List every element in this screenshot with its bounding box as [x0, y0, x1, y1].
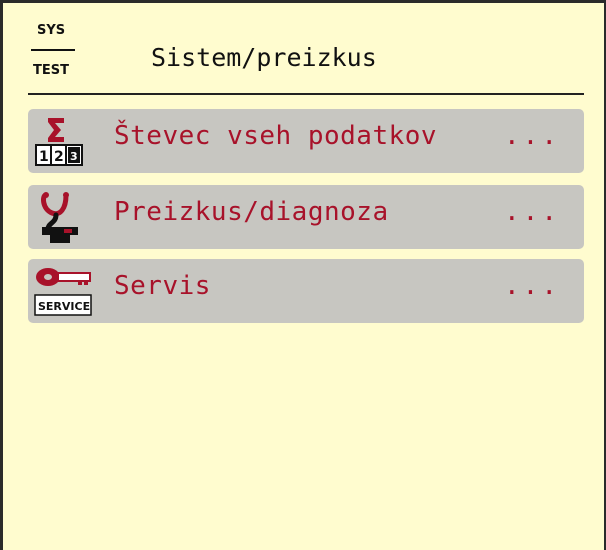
screen: SYS TEST Sistem/preizkus 1 2 3 Števec vs…: [0, 0, 606, 550]
svg-text:3: 3: [70, 150, 78, 163]
menu-item-data-counter[interactable]: 1 2 3 Števec vseh podatkov ...: [28, 109, 584, 173]
badge-divider: [31, 49, 75, 51]
service-key-icon: SERVICE: [34, 265, 96, 319]
header: SYS TEST Sistem/preizkus: [3, 3, 604, 87]
menu-item-service[interactable]: SERVICE Servis ...: [28, 259, 584, 323]
menu-item-ellipsis: ...: [504, 197, 560, 227]
svg-text:2: 2: [54, 149, 64, 165]
menu-item-ellipsis: ...: [504, 121, 560, 151]
page-title: Sistem/preizkus: [151, 43, 377, 72]
service-icon-text: SERVICE: [38, 300, 90, 313]
menu-item-test-diagnosis[interactable]: Preizkus/diagnoza ...: [28, 185, 584, 249]
header-divider: [28, 93, 584, 95]
svg-text:1: 1: [39, 149, 49, 165]
menu-item-ellipsis: ...: [504, 271, 560, 301]
menu-item-label: Servis: [114, 271, 211, 301]
menu-item-label: Števec vseh podatkov: [114, 121, 438, 151]
badge-test-text: TEST: [33, 63, 69, 78]
sys-test-badge-icon: SYS TEST: [31, 21, 83, 81]
badge-sys-text: SYS: [37, 23, 66, 38]
menu-item-label: Preizkus/diagnoza: [114, 197, 389, 227]
stethoscope-diagnosis-icon: [34, 191, 96, 245]
counter-sigma-icon: 1 2 3: [34, 115, 96, 169]
